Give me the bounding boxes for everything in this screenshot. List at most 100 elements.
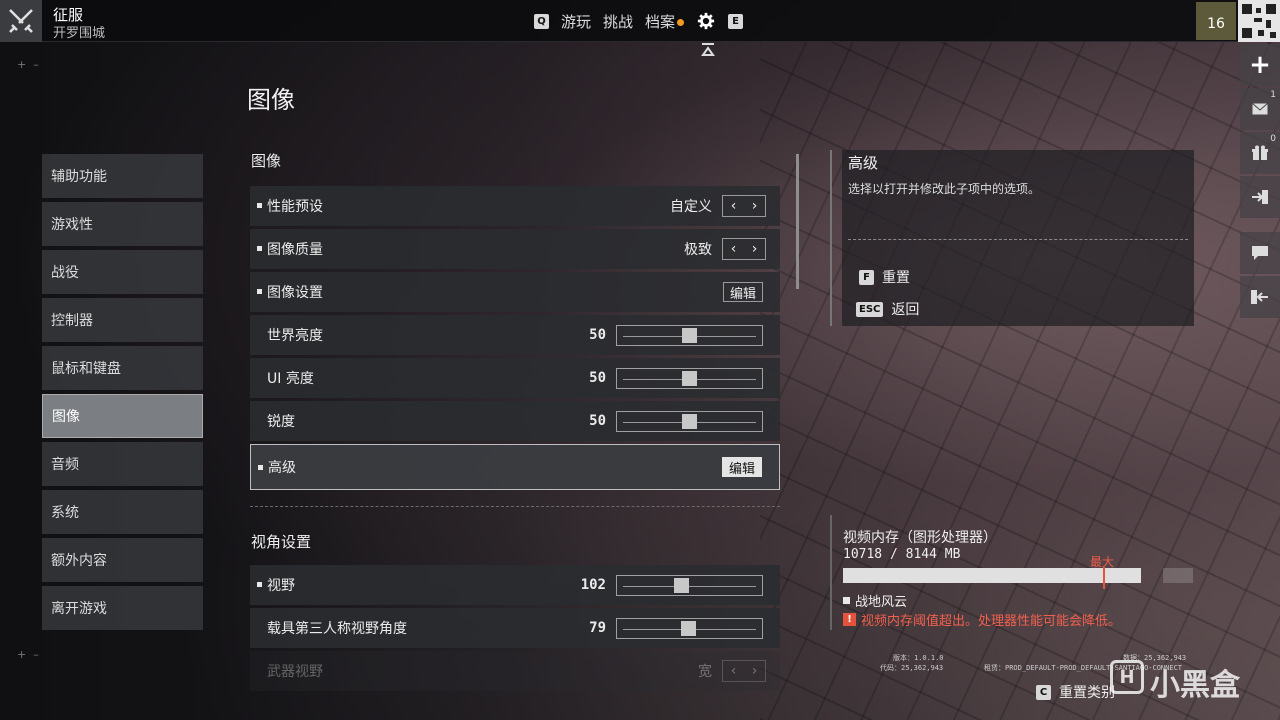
settings-sidebar: 辅助功能 游戏性 战役 控制器 鼠标和键盘 图像 音频 系统 额外内容 离开游戏 — [42, 154, 203, 634]
setting-value: 50 — [589, 413, 606, 429]
setting-label: 性能预设 — [267, 199, 323, 215]
add-friend-button[interactable]: + — [1240, 44, 1280, 86]
settings-scrollbar[interactable] — [796, 154, 799, 289]
setting-value: 102 — [580, 577, 606, 593]
reset-category-action[interactable]: C 重置类别 — [1036, 682, 1115, 702]
setting-field-of-view[interactable]: 视野 102 — [250, 565, 780, 605]
chevron-left-icon[interactable]: ‹ — [731, 198, 737, 214]
return-button[interactable] — [1240, 276, 1280, 318]
tab-profile[interactable]: 档案 — [645, 11, 685, 32]
setting-image-quality[interactable]: 图像质量 极致 ‹ › — [250, 229, 780, 269]
setting-world-brightness[interactable]: 世界亮度 50 — [250, 315, 780, 355]
info-title: 高级 — [848, 154, 879, 172]
build-version: 版本：1.0.1.0 — [893, 654, 944, 662]
chevron-right-icon[interactable]: › — [752, 198, 758, 214]
back-label: 返回 — [891, 302, 920, 318]
vram-game: 战地风云 — [843, 591, 907, 610]
setting-performance-preset[interactable]: 性能预设 自定义 ‹ › — [250, 186, 780, 226]
vram-warning-text: 视频内存阈值超出。处理器性能可能会降低。 — [861, 614, 1122, 629]
gift-button[interactable]: 0 — [1240, 132, 1280, 174]
sidebar-item-graphics[interactable]: 图像 — [42, 394, 203, 438]
sidebar-item-gameplay[interactable]: 游戏性 — [42, 202, 203, 246]
setting-value: 极致 — [684, 242, 712, 258]
vram-title: 视频内存（图形处理器） — [843, 530, 997, 546]
setting-value: 自定义 — [670, 199, 712, 215]
prev-tab-key[interactable]: Q — [534, 13, 549, 29]
watermark-logo-icon: H — [1110, 660, 1144, 694]
tab-profile-label: 档案 — [645, 12, 676, 31]
next-tab-key[interactable]: E — [728, 13, 744, 29]
slider-thumb[interactable] — [682, 414, 697, 429]
setting-advanced[interactable]: 高级 编辑 — [250, 444, 780, 490]
reset-action[interactable]: F 重置 — [859, 267, 910, 287]
brightness-slider[interactable] — [616, 325, 763, 346]
chevron-right-icon[interactable]: › — [752, 241, 758, 257]
sidebar-item-extra-content[interactable]: 额外内容 — [42, 538, 203, 582]
slider-thumb[interactable] — [682, 371, 697, 386]
chat-button[interactable] — [1240, 232, 1280, 274]
reset-category-key: C — [1036, 684, 1051, 700]
edit-button[interactable]: 编辑 — [722, 457, 762, 477]
chevron-left-icon[interactable]: ‹ — [731, 241, 737, 257]
section-title-graphics: 图像 — [251, 152, 282, 170]
corner-mark: + – — [17, 58, 39, 71]
slider-thumb[interactable] — [674, 578, 689, 593]
option-stepper[interactable]: ‹ › — [722, 195, 766, 217]
watermark: 小黑盒 — [1150, 668, 1240, 703]
vram-usage: 10718 / 8144 MB — [843, 547, 961, 562]
exit-icon — [1252, 190, 1268, 204]
tab-play[interactable]: 游玩 — [561, 11, 591, 32]
reset-label: 重置 — [882, 270, 910, 286]
setting-image-settings[interactable]: 图像设置 编辑 — [250, 272, 780, 312]
chevron-right-icon[interactable]: › — [752, 663, 758, 679]
bullet-icon — [257, 289, 262, 294]
setting-value: 79 — [589, 620, 606, 636]
section-divider — [250, 506, 780, 507]
mail-count: 1 — [1270, 90, 1276, 100]
player-level-badge[interactable]: 16 — [1196, 2, 1236, 40]
right-dock: + 1 0 — [1240, 44, 1280, 320]
info-panel: 高级 选择以打开并修改此子项中的选项。 F 重置 ESC 返回 — [842, 150, 1194, 326]
player-level: 16 — [1207, 16, 1225, 32]
ui-brightness-slider[interactable] — [616, 368, 763, 389]
option-stepper[interactable]: ‹ › — [722, 238, 766, 260]
setting-label: UI 亮度 — [267, 371, 314, 387]
edit-button[interactable]: 编辑 — [723, 282, 763, 302]
slider-track — [623, 586, 756, 587]
vram-warning: ! 视频内存阈值超出。处理器性能可能会降低。 — [843, 610, 1121, 629]
back-action[interactable]: ESC 返回 — [856, 299, 919, 319]
setting-value: 50 — [589, 370, 606, 386]
chevron-left-icon[interactable]: ‹ — [731, 663, 737, 679]
setting-vehicle-third-person-fov[interactable]: 载具第三人称视野角度 79 — [250, 608, 780, 648]
vehicle-fov-slider[interactable] — [616, 618, 763, 639]
corner-mark: + – — [17, 648, 39, 661]
mode-subtitle: 开罗围城 — [53, 26, 106, 41]
tab-challenges[interactable]: 挑战 — [603, 11, 633, 32]
sidebar-item-controller[interactable]: 控制器 — [42, 298, 203, 342]
setting-weapon-fov[interactable]: 武器视野 宽 ‹ › — [250, 651, 780, 691]
setting-sharpness[interactable]: 锐度 50 — [250, 401, 780, 441]
setting-label: 视野 — [267, 578, 295, 594]
option-stepper[interactable]: ‹ › — [722, 660, 766, 682]
sidebar-item-mouse-keyboard[interactable]: 鼠标和键盘 — [42, 346, 203, 390]
bullet-icon — [257, 246, 262, 251]
sidebar-item-audio[interactable]: 音频 — [42, 442, 203, 486]
fov-slider[interactable] — [616, 575, 763, 596]
info-description: 选择以打开并修改此子项中的选项。 — [848, 182, 1041, 196]
settings-gear-icon[interactable] — [696, 11, 716, 31]
sidebar-item-accessibility[interactable]: 辅助功能 — [42, 154, 203, 198]
setting-ui-brightness[interactable]: UI 亮度 50 — [250, 358, 780, 398]
sidebar-item-campaign[interactable]: 战役 — [42, 250, 203, 294]
bullet-icon — [258, 465, 263, 470]
vram-panel: 视频内存（图形处理器） 10718 / 8144 MB 最大 战地风云 ! 视频内… — [830, 515, 1208, 630]
exit-party-button[interactable] — [1240, 176, 1280, 218]
sidebar-item-system[interactable]: 系统 — [42, 490, 203, 534]
slider-thumb[interactable] — [682, 328, 697, 343]
slider-thumb[interactable] — [681, 621, 696, 636]
reset-category-label: 重置类别 — [1059, 685, 1115, 701]
page-title: 图像 — [247, 86, 295, 114]
mail-button[interactable]: 1 — [1240, 88, 1280, 130]
sharpness-slider[interactable] — [616, 411, 763, 432]
sidebar-item-quit-game[interactable]: 离开游戏 — [42, 586, 203, 630]
plus-icon: + — [1249, 50, 1271, 80]
